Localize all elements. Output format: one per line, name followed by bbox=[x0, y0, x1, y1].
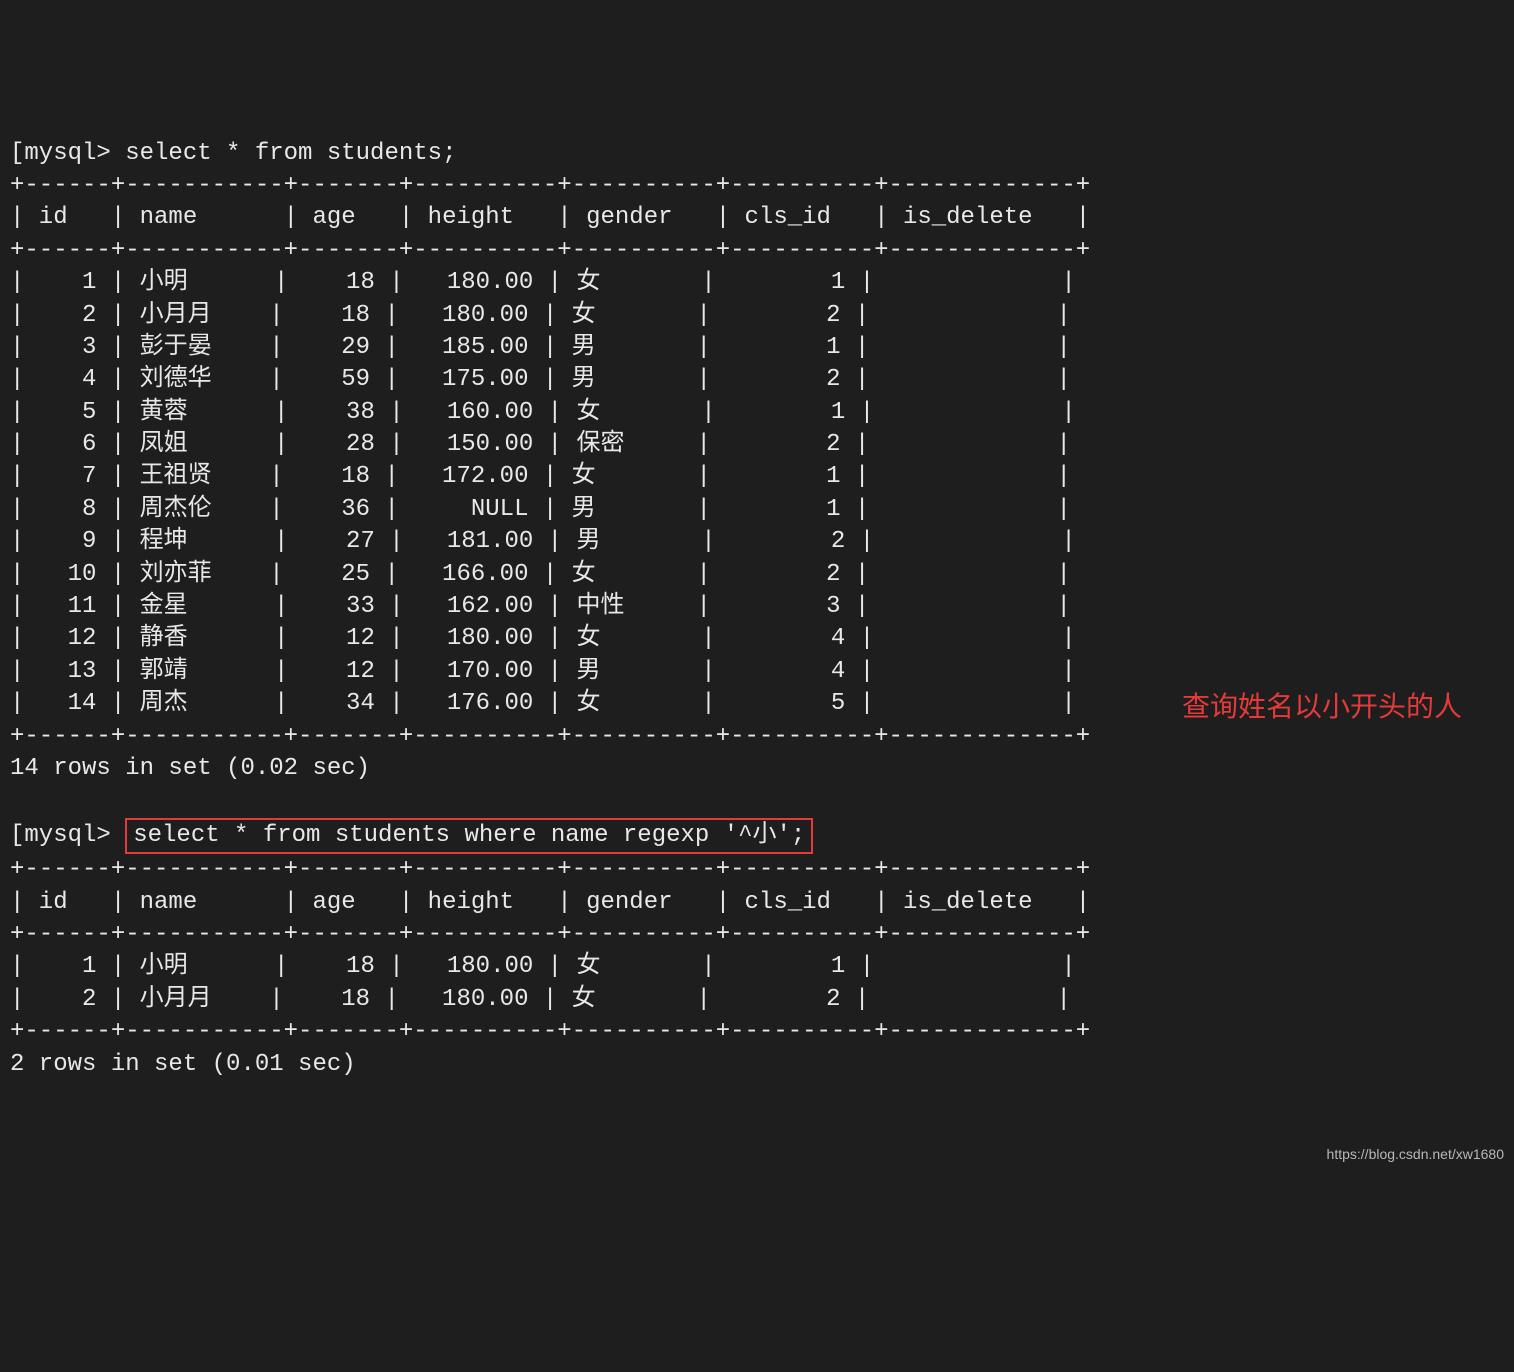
result-table-1: +------+-----------+-------+----------+-… bbox=[10, 170, 1504, 753]
query-2-highlight: select * from students where name regexp… bbox=[125, 818, 813, 854]
result-footer-1: 14 rows in set (0.02 sec) bbox=[10, 753, 1504, 785]
watermark-text: https://blog.csdn.net/xw1680 bbox=[1327, 1145, 1504, 1164]
result-table-2: +------+-----------+-------+----------+-… bbox=[10, 854, 1504, 1048]
prompt-prefix: [mysql> bbox=[10, 820, 125, 852]
blank-line bbox=[10, 785, 1504, 817]
result-footer-2: 2 rows in set (0.01 sec) bbox=[10, 1049, 1504, 1081]
annotation-text: 查询姓名以小开头的人 bbox=[1182, 688, 1462, 726]
mysql-prompt-2[interactable]: [mysql> select * from students where nam… bbox=[10, 818, 1504, 854]
prompt-prefix: [mysql> bbox=[10, 138, 125, 170]
terminal-output: [mysql> select * from students;+------+-… bbox=[10, 138, 1504, 1081]
mysql-prompt-1[interactable]: [mysql> select * from students; bbox=[10, 138, 1504, 170]
query-1: select * from students; bbox=[125, 138, 456, 170]
